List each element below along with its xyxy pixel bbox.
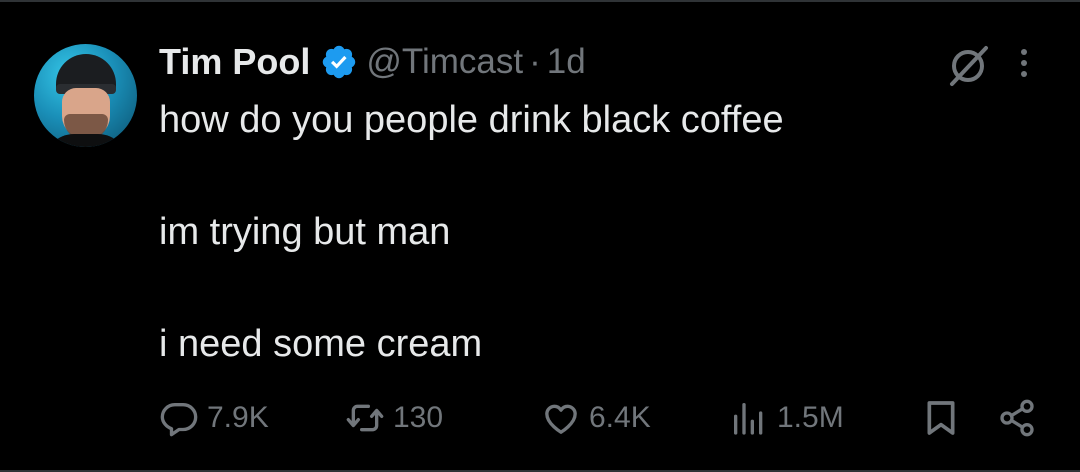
author-handle[interactable]: @Timcast [366, 42, 523, 82]
grok-icon[interactable] [946, 44, 990, 88]
author-name[interactable]: Tim Pool [159, 41, 310, 83]
share-icon [1000, 399, 1034, 437]
verified-badge-icon [323, 45, 356, 79]
retweet-count: 130 [393, 401, 444, 434]
views-count: 1.5M [777, 401, 844, 434]
tweet-text: how do you people drink black coffee im … [159, 92, 1039, 372]
tweet-line: how do you people drink black coffee [159, 99, 784, 141]
tweet-line: i need some cream [159, 323, 483, 365]
more-icon[interactable] [1014, 46, 1034, 86]
like-button[interactable]: 6.4K [541, 390, 651, 446]
share-button[interactable] [997, 390, 1037, 446]
bookmark-button[interactable] [921, 390, 961, 446]
retweet-button[interactable]: 130 [345, 390, 443, 446]
action-bar: 7.9K 130 6.4K 1.5M [159, 390, 1059, 446]
reply-icon [160, 403, 198, 437]
retweet-icon [346, 404, 384, 432]
reply-count: 7.9K [207, 401, 269, 434]
bookmark-icon [927, 401, 955, 435]
tweet-line-blank [159, 260, 1039, 316]
reply-button[interactable]: 7.9K [159, 390, 269, 446]
like-icon [545, 404, 577, 434]
like-count: 6.4K [589, 401, 651, 434]
tweet-line-blank [159, 148, 1039, 204]
views-button[interactable]: 1.5M [729, 390, 844, 446]
tweet-line: im trying but man [159, 211, 451, 253]
tweet-time[interactable]: 1d [547, 42, 586, 82]
views-icon [734, 403, 763, 435]
tweet-header: Tim Pool @Timcast · 1d [159, 40, 586, 84]
avatar[interactable] [34, 44, 137, 147]
tweet-card[interactable]: Tim Pool @Timcast · 1d how do you people… [0, 0, 1080, 472]
separator-dot: · [529, 42, 541, 81]
